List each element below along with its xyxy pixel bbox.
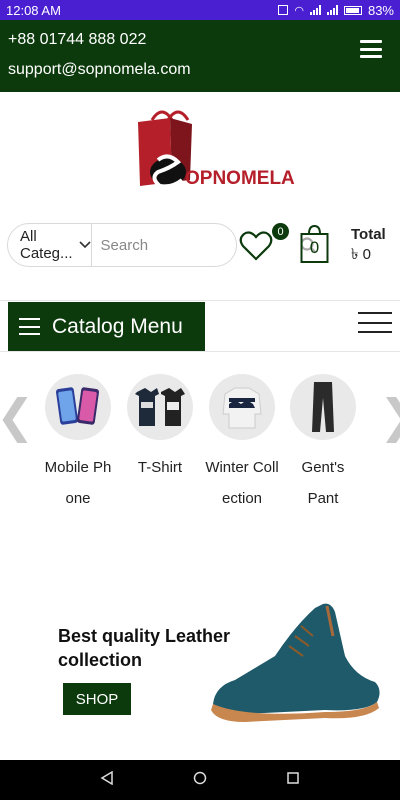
category-name: Mobile Phone bbox=[44, 459, 112, 507]
vibrate-icon bbox=[278, 5, 289, 15]
back-icon[interactable] bbox=[100, 770, 114, 790]
gents-pant-image bbox=[290, 374, 356, 440]
cart-total-value: ৳ 0 bbox=[351, 246, 371, 263]
support-email[interactable]: support@sopnomela.com bbox=[8, 61, 191, 79]
wishlist-count-badge: 0 bbox=[272, 223, 289, 240]
signal-icon bbox=[309, 5, 321, 15]
system-navigation-bar bbox=[0, 760, 400, 800]
shop-button[interactable]: SHOP bbox=[63, 683, 131, 715]
category-select-label: All Categ... bbox=[20, 228, 73, 262]
category-item[interactable]: T-Shirt bbox=[120, 374, 200, 483]
home-icon[interactable] bbox=[193, 771, 207, 790]
category-select[interactable]: All Categ... bbox=[8, 224, 92, 266]
wishlist-heart-icon[interactable] bbox=[239, 230, 273, 262]
top-contact-bar: +88 01744 888 022 support@sopnomela.com bbox=[0, 20, 400, 92]
wifi-icon: ◠ bbox=[294, 4, 304, 17]
category-name: T-Shirt bbox=[137, 459, 183, 476]
category-item[interactable]: Mobile Phone bbox=[38, 374, 118, 514]
divider bbox=[0, 300, 400, 301]
recents-icon[interactable] bbox=[286, 771, 300, 790]
cart-count: 0 bbox=[309, 238, 320, 257]
category-name: Gent's Pant bbox=[301, 459, 345, 507]
battery-icon bbox=[343, 5, 362, 15]
status-bar: 12:08 AM ◠ 83% bbox=[0, 0, 400, 20]
site-logo[interactable]: OPNOMELA bbox=[130, 102, 295, 197]
mobile-phone-image bbox=[45, 374, 111, 440]
catalog-menu-label: Catalog Menu bbox=[52, 314, 183, 338]
main-menu-toggle[interactable] bbox=[358, 312, 392, 333]
top-menu-button[interactable] bbox=[360, 40, 382, 58]
logo-text: OPNOMELA bbox=[185, 168, 295, 189]
catalog-menu-button[interactable]: Catalog Menu bbox=[8, 302, 205, 351]
divider bbox=[0, 351, 400, 352]
hamburger-icon bbox=[19, 318, 40, 335]
status-icons: ◠ 83% bbox=[278, 3, 394, 18]
phone-number[interactable]: +88 01744 888 022 bbox=[8, 31, 146, 49]
category-name: Winter Collection bbox=[205, 459, 279, 507]
cart-total-label: Total bbox=[351, 226, 386, 243]
search-bar: All Categ... bbox=[7, 223, 316, 267]
carousel-next-icon[interactable]: ❯ bbox=[379, 393, 400, 439]
t-shirt-image bbox=[127, 374, 193, 440]
winter-collection-image bbox=[209, 374, 275, 440]
category-item[interactable]: Gent's Pant bbox=[283, 374, 363, 514]
status-time: 12:08 AM bbox=[6, 2, 61, 18]
leather-shoe-image bbox=[205, 596, 385, 726]
chevron-down-icon bbox=[78, 238, 91, 252]
category-item[interactable]: Winter Collection bbox=[202, 374, 282, 514]
battery-percent: 83% bbox=[367, 2, 394, 18]
signal-icon-2 bbox=[326, 5, 338, 15]
carousel-prev-icon[interactable]: ❮ bbox=[0, 393, 35, 439]
